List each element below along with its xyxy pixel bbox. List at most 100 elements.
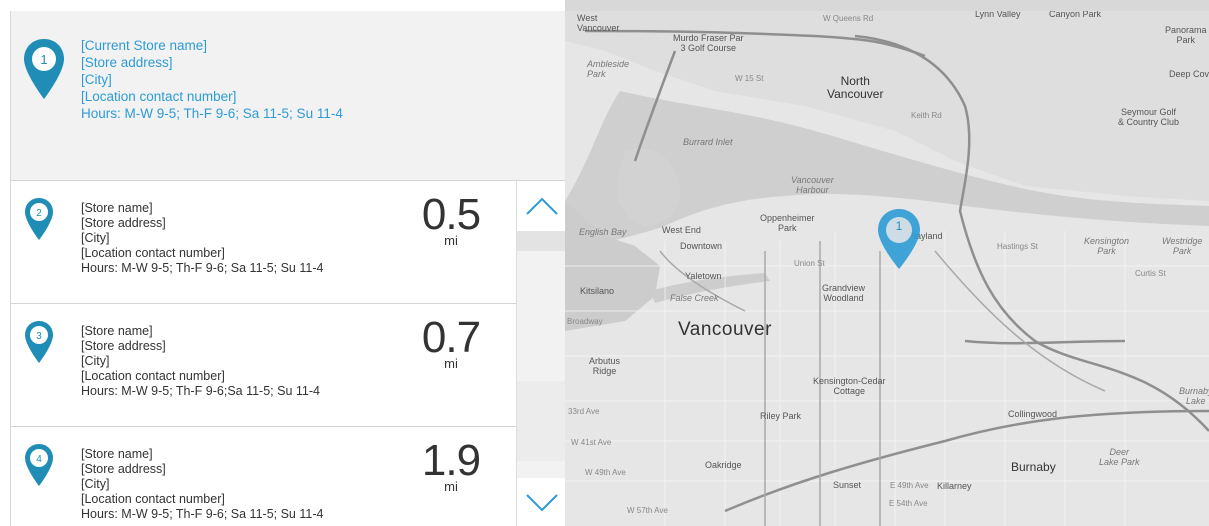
map-label: English Bay [579, 227, 627, 237]
map-label: Westridge Park [1162, 236, 1203, 256]
store-hours: Hours: M-W 9-5; Th-F 9-6; Sa 11-5; Su 11… [81, 507, 324, 521]
store-address: [Store address] [81, 339, 166, 353]
map-label: Oakridge [705, 460, 742, 470]
map-label: North Vancouver [827, 74, 884, 101]
map-label: W 41st Ave [571, 438, 612, 447]
map-pin-icon [878, 209, 920, 269]
map-label: Sunset [833, 480, 862, 490]
store-distance: 1.9 mi [406, 436, 496, 494]
map-label: False Creek [670, 293, 719, 303]
current-store-contact: [Location contact number] [81, 89, 237, 104]
current-store-details: [Current Store name] [Store address] [Ci… [81, 37, 371, 122]
scroll-thumb[interactable] [517, 231, 565, 251]
map-label: Oppenheimer Park [760, 213, 815, 233]
store-contact: [Location contact number] [81, 246, 225, 260]
map-label: Vancouver [678, 319, 772, 340]
store-contact: [Location contact number] [81, 492, 225, 506]
map-label: W 57th Ave [627, 506, 668, 515]
store-number: 3 [36, 331, 42, 342]
map-label: Union St [794, 259, 825, 268]
map-label: W 49th Ave [585, 468, 626, 477]
map-label: Ambleside Park [587, 59, 630, 79]
current-store-city: [City] [81, 72, 112, 87]
map-label: Deer Lake Park [1099, 447, 1140, 467]
map-label: Grandview Woodland [822, 283, 866, 303]
distance-value: 0.5 [421, 190, 481, 239]
store-details: [Store name] [Store address] [City] [Loc… [81, 447, 323, 522]
distance-unit: mi [444, 356, 458, 371]
map-label: Curtis St [1135, 269, 1166, 278]
current-store-hours: Hours: M-W 9-5; Th-F 9-6; Sa 11-5; Su 11… [81, 106, 343, 121]
store-distance: 0.7 mi [406, 313, 496, 371]
store-list-item[interactable]: 4 [Store name] [Store address] [City] [L… [11, 427, 516, 526]
map-pin-icon: 4 [24, 443, 54, 487]
scroll-track-segment [517, 381, 565, 461]
map-label: Arbutus Ridge [589, 356, 621, 376]
map-label: Riley Park [760, 411, 802, 421]
store-details: [Store name] [Store address] [City] [Loc… [81, 324, 320, 399]
store-map[interactable]: West Vancouver Murdo Fraser Par 3 Golf C… [565, 11, 1209, 526]
store-list-item[interactable]: 3 [Store name] [Store address] [City] [L… [11, 304, 516, 427]
store-contact: [Location contact number] [81, 369, 225, 383]
map-label: Panorama Park [1165, 25, 1207, 45]
map-label: Lynn Valley [975, 11, 1021, 19]
store-list-item[interactable]: 2 [Store name] [Store address] [City] [L… [11, 181, 516, 304]
map-pin-icon: 2 [24, 197, 54, 241]
map-label: Kensington Park [1084, 236, 1130, 256]
store-address: [Store address] [81, 462, 166, 476]
list-scrollbar[interactable] [516, 181, 565, 526]
map-label: Burrard Inlet [683, 137, 733, 147]
map-label: Deep Cove [1169, 69, 1209, 79]
map-label: Keith Rd [911, 111, 942, 120]
store-number: 4 [36, 454, 42, 465]
map-label: Hastings St [997, 242, 1038, 251]
current-store-number: 1 [40, 52, 47, 67]
map-label: W 15 St [735, 74, 764, 83]
map-label: Broadway [567, 317, 603, 326]
distance-unit: mi [444, 233, 458, 248]
store-name: [Store name] [81, 447, 153, 461]
store-details: [Store name] [Store address] [City] [Loc… [81, 201, 323, 276]
map-label: Collingwood [1008, 409, 1058, 419]
map-label: Killarney [937, 481, 972, 491]
current-store-name: [Current Store name] [81, 38, 208, 53]
chevron-up-icon [526, 197, 558, 215]
map-label: 33rd Ave [568, 407, 600, 416]
store-distance: 0.5 mi [406, 190, 496, 248]
store-city: [City] [81, 354, 110, 368]
map-label: E 49th Ave [890, 481, 929, 490]
distance-unit: mi [444, 479, 458, 494]
map-top-strip [565, 0, 1209, 11]
scroll-up-button[interactable] [517, 181, 565, 231]
map-label: Murdo Fraser Par 3 Golf Course [673, 33, 744, 53]
store-address: [Store address] [81, 216, 166, 230]
map-label: Burnaby [1011, 460, 1056, 474]
map-label: West Vancouver [577, 13, 620, 33]
map-label: W Queens Rd [823, 14, 874, 23]
store-city: [City] [81, 231, 110, 245]
map-label: Kitsilano [580, 286, 615, 296]
map-label: Yaletown [685, 271, 722, 281]
map-label: Vancouver Harbour [791, 175, 834, 195]
map-label: Canyon Park [1049, 11, 1102, 19]
store-hours: Hours: M-W 9-5; Th-F 9-6;Sa 11-5; Su 11-… [81, 384, 320, 398]
distance-value: 1.9 [421, 436, 481, 485]
map-pin-icon: 1 [22, 37, 66, 101]
store-name: [Store name] [81, 201, 153, 215]
map-label: Kensington-Cedar Cottage [813, 376, 886, 396]
store-city: [City] [81, 477, 110, 491]
scroll-down-button[interactable] [517, 478, 565, 526]
map-label: E 54th Ave [889, 499, 928, 508]
current-store-card[interactable]: 1 [Current Store name] [Store address] [… [11, 11, 565, 181]
map-pin-number: 1 [895, 219, 903, 233]
store-number: 2 [36, 208, 42, 219]
map-label: Burnaby Lake [1179, 386, 1209, 406]
map-pin-icon: 3 [24, 320, 54, 364]
map-label: Downtown [680, 241, 723, 251]
map-label: Seymour Golf & Country Club [1118, 107, 1180, 127]
store-name: [Store name] [81, 324, 153, 338]
map-label: West End [662, 225, 701, 235]
distance-value: 0.7 [421, 313, 481, 362]
chevron-down-icon [526, 494, 558, 512]
store-list-panel: 1 [Current Store name] [Store address] [… [10, 11, 565, 526]
